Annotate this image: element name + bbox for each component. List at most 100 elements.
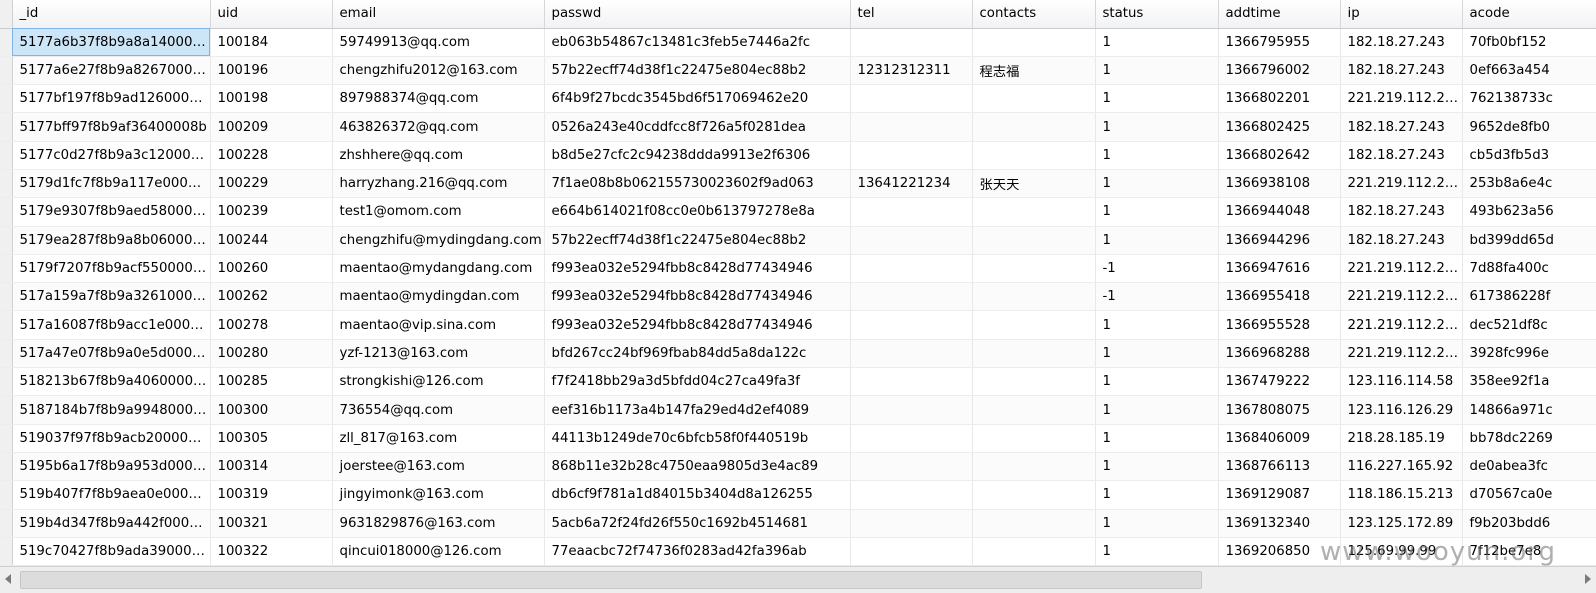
cell-uid[interactable]: 100322 [210,537,333,566]
cell-email[interactable]: zll_817@163.com [332,424,545,453]
cell-tel[interactable] [850,452,973,482]
cell-status[interactable]: 1 [1095,509,1219,538]
cell-id[interactable]: 519c70427f8b9ada39000066 [12,537,211,566]
cell-status[interactable]: 1 [1095,480,1219,510]
row-gutter[interactable] [0,169,13,199]
cell-email[interactable]: 9631829876@163.com [332,509,545,538]
cell-ip[interactable]: 123.116.114.58 [1340,367,1463,397]
cell-id[interactable]: 5177c0d27f8b9a3c12000078 [12,141,211,170]
column-header-id[interactable]: _id [12,0,211,29]
table-row[interactable]: 517a159a7f8b9a3261000058 100262 maentao@my… [0,282,1596,312]
table-row[interactable]: 5177bf197f8b9ad12600001f 100198 897988374@… [0,84,1596,114]
cell-ip[interactable]: 218.28.185.19 [1340,424,1463,453]
table-row[interactable]: 518213b67f8b9a4060000073 100285 strongkish… [0,367,1596,397]
cell-id[interactable]: 517a47e07f8b9a0e5d00004b [12,339,211,369]
cell-tel[interactable] [850,509,973,538]
cell-passwd[interactable]: 868b11e32b28c4750eaa9805d3e4ac89 [544,452,851,482]
cell-acode[interactable]: 7d88fa400c [1462,254,1596,284]
cell-contacts[interactable] [972,537,1096,566]
cell-status[interactable]: 1 [1095,452,1219,482]
cell-uid[interactable]: 100305 [210,424,333,453]
row-gutter[interactable] [0,509,13,538]
cell-ip[interactable]: 182.18.27.243 [1340,112,1463,142]
cell-contacts[interactable] [972,197,1096,227]
row-gutter[interactable] [0,310,13,340]
cell-email[interactable]: chengzhifu@mydingdang.com [332,226,545,255]
cell-addtime[interactable]: 1368406009 [1218,424,1341,453]
cell-passwd[interactable]: 5acb6a72f24fd26f550c1692b4514681 [544,509,851,538]
column-header-email[interactable]: email [332,0,545,29]
cell-passwd[interactable]: 57b22ecff74d38f1c22475e804ec88b2 [544,56,851,86]
cell-acode[interactable]: de0abea3fc [1462,452,1596,482]
cell-contacts[interactable] [972,112,1096,142]
cell-uid[interactable]: 100260 [210,254,333,284]
cell-status[interactable]: 1 [1095,197,1219,227]
column-header-uid[interactable]: uid [210,0,333,29]
cell-uid[interactable]: 100314 [210,452,333,482]
cell-id[interactable]: 5187184b7f8b9a994800003c [12,395,211,425]
cell-ip[interactable]: 221.219.112.242 [1340,254,1463,284]
row-gutter[interactable] [0,282,13,312]
table-row[interactable]: 5179d1fc7f8b9a117e000028 100229 harryzhang… [0,169,1596,199]
table-row[interactable]: 5177c0d27f8b9a3c12000078 100228 zhshhere@q… [0,141,1596,170]
cell-contacts[interactable] [972,226,1096,255]
column-header-status[interactable]: status [1095,0,1219,29]
row-gutter[interactable] [0,367,13,397]
cell-id[interactable]: 5179d1fc7f8b9a117e000028 [12,169,211,199]
cell-status[interactable]: 1 [1095,537,1219,566]
cell-contacts[interactable] [972,339,1096,369]
cell-id[interactable]: 5177bf197f8b9ad12600001f [12,84,211,114]
cell-tel[interactable] [850,367,973,397]
cell-status[interactable]: 1 [1095,226,1219,255]
cell-status[interactable]: 1 [1095,112,1219,142]
cell-uid[interactable]: 100244 [210,226,333,255]
cell-addtime[interactable]: 1366938108 [1218,169,1341,199]
column-header-acode[interactable]: acode [1462,0,1596,29]
cell-passwd[interactable]: 0526a243e40cddfcc8f726a5f0281dea [544,112,851,142]
cell-email[interactable]: strongkishi@126.com [332,367,545,397]
cell-acode[interactable]: bb78dc2269 [1462,424,1596,453]
row-gutter[interactable] [0,28,13,57]
cell-passwd[interactable]: b8d5e27cfc2c94238ddda9913e2f6306 [544,141,851,170]
cell-ip[interactable]: 182.18.27.243 [1340,141,1463,170]
cell-addtime[interactable]: 1367808075 [1218,395,1341,425]
cell-id[interactable]: 519b4d347f8b9a442f000023 [12,509,211,538]
cell-contacts[interactable] [972,509,1096,538]
cell-passwd[interactable]: f993ea032e5294fbb8c8428d77434946 [544,310,851,340]
cell-ip[interactable]: 221.219.112.242 [1340,310,1463,340]
cell-uid[interactable]: 100300 [210,395,333,425]
cell-uid[interactable]: 100228 [210,141,333,170]
cell-status[interactable]: 1 [1095,424,1219,453]
cell-acode[interactable]: 14866a971c [1462,395,1596,425]
cell-ip[interactable]: 221.219.112.242 [1340,84,1463,114]
row-gutter[interactable] [0,339,13,369]
cell-passwd[interactable]: f993ea032e5294fbb8c8428d77434946 [544,254,851,284]
cell-id[interactable]: 5179e9307f8b9aed58000048 [12,197,211,227]
row-gutter[interactable] [0,197,13,227]
cell-uid[interactable]: 100196 [210,56,333,86]
cell-status[interactable]: 1 [1095,310,1219,340]
row-gutter[interactable] [0,452,13,482]
cell-ip[interactable]: 221.219.112.242 [1340,339,1463,369]
cell-uid[interactable]: 100229 [210,169,333,199]
cell-ip[interactable]: 123.125.172.89 [1340,509,1463,538]
column-header-ip[interactable]: ip [1340,0,1463,29]
cell-email[interactable]: chengzhifu2012@163.com [332,56,545,86]
cell-addtime[interactable]: 1366795955 [1218,28,1341,57]
cell-passwd[interactable]: 44113b1249de70c6bfcb58f0f440519b [544,424,851,453]
cell-acode[interactable]: f9b203bdd6 [1462,509,1596,538]
cell-email[interactable]: 463826372@qq.com [332,112,545,142]
cell-contacts[interactable] [972,84,1096,114]
cell-ip[interactable]: 182.18.27.243 [1340,56,1463,86]
scroll-left-icon[interactable] [5,574,11,584]
cell-tel[interactable] [850,310,973,340]
column-header-tel[interactable]: tel [850,0,973,29]
cell-id[interactable]: 5177a6e27f8b9a8267000046 [12,56,211,86]
cell-addtime[interactable]: 1366968288 [1218,339,1341,369]
cell-email[interactable]: maentao@mydangdang.com [332,254,545,284]
cell-email[interactable]: yzf-1213@163.com [332,339,545,369]
cell-email[interactable]: maentao@mydingdan.com [332,282,545,312]
cell-addtime[interactable]: 1369129087 [1218,480,1341,510]
cell-email[interactable]: qincui018000@126.com [332,537,545,566]
cell-id[interactable]: 5177bff97f8b9af36400008b [12,112,211,142]
